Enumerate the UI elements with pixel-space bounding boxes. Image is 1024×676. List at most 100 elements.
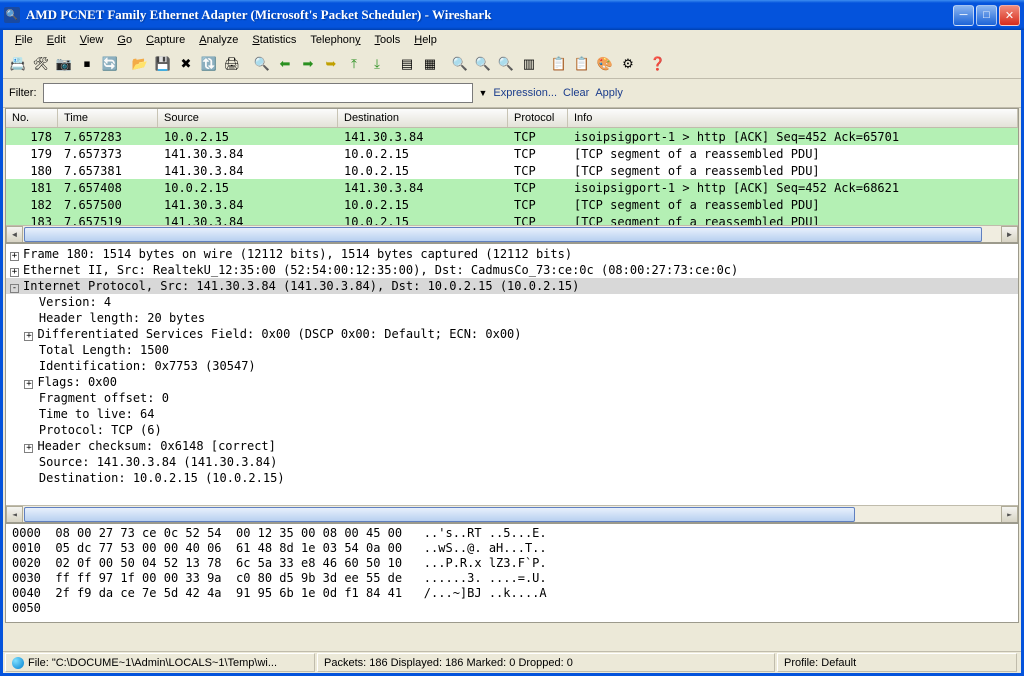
- detail-csum: Header checksum: 0x6148 [correct]: [37, 439, 275, 453]
- status-profile: Profile: Default: [777, 653, 1017, 672]
- collapse-icon[interactable]: -: [10, 284, 19, 293]
- hex-line: 0020 02 0f 00 50 04 52 13 78 6c 5a 33 e8…: [12, 556, 1012, 571]
- detail-ethernet: Ethernet II, Src: RealtekU_12:35:00 (52:…: [23, 263, 738, 277]
- menu-analyze[interactable]: Analyze: [193, 32, 244, 48]
- back-icon[interactable]: ⬅: [274, 53, 296, 75]
- goto-last-icon[interactable]: ⤓: [366, 53, 388, 75]
- col-destination[interactable]: Destination: [338, 109, 508, 127]
- reload-icon[interactable]: 🔃: [198, 53, 220, 75]
- hex-line: 0000 08 00 27 73 ce 0c 52 54 00 12 35 00…: [12, 526, 1012, 541]
- apply-button[interactable]: Apply: [595, 87, 623, 99]
- col-time[interactable]: Time: [58, 109, 158, 127]
- window-title: AMD PCNET Family Ethernet Adapter (Micro…: [26, 7, 953, 23]
- scroll-left-icon[interactable]: ◄: [6, 226, 23, 243]
- hex-line: 0010 05 dc 77 53 00 00 40 06 61 48 8d 1e…: [12, 541, 1012, 556]
- packet-row[interactable]: 1797.657373141.30.3.8410.0.2.15TCP[TCP s…: [6, 145, 1018, 162]
- col-protocol[interactable]: Protocol: [508, 109, 568, 127]
- dropdown-icon[interactable]: ▼: [479, 88, 488, 98]
- col-source[interactable]: Source: [158, 109, 338, 127]
- details-scrollbar[interactable]: ◄ ►: [6, 505, 1018, 522]
- expander-icon[interactable]: +: [24, 332, 33, 341]
- goto-first-icon[interactable]: ⤒: [343, 53, 365, 75]
- col-no[interactable]: No.: [6, 109, 58, 127]
- packet-row[interactable]: 1817.65740810.0.2.15141.30.3.84TCPisoips…: [6, 179, 1018, 196]
- detail-frag: Fragment offset: 0: [39, 391, 169, 405]
- packet-row[interactable]: 1827.657500141.30.3.8410.0.2.15TCP[TCP s…: [6, 196, 1018, 213]
- menu-file[interactable]: File: [9, 32, 39, 48]
- packet-list-scrollbar[interactable]: ◄ ►: [6, 225, 1018, 242]
- packet-details-pane[interactable]: + Frame 180: 1514 bytes on wire (12112 bi…: [5, 243, 1019, 523]
- hex-line: 0030 ff ff 97 1f 00 00 33 9a c0 80 d5 9b…: [12, 571, 1012, 586]
- capture-filters-icon[interactable]: 📋: [548, 53, 570, 75]
- find-icon[interactable]: 🔍: [251, 53, 273, 75]
- packet-list-body[interactable]: 1787.65728310.0.2.15141.30.3.84TCPisoips…: [6, 128, 1018, 225]
- col-info[interactable]: Info: [568, 109, 1018, 127]
- detail-tlen: Total Length: 1500: [39, 343, 169, 357]
- menu-help[interactable]: Help: [408, 32, 443, 48]
- menu-tools[interactable]: Tools: [369, 32, 407, 48]
- forward-icon[interactable]: ➡: [297, 53, 319, 75]
- detail-ip: Internet Protocol, Src: 141.30.3.84 (141…: [23, 279, 579, 293]
- packet-row[interactable]: 1837.657519141.30.3.8410.0.2.15TCP[TCP s…: [6, 213, 1018, 225]
- expander-icon[interactable]: +: [24, 380, 33, 389]
- zoom-out-icon[interactable]: 🔍: [472, 53, 494, 75]
- scroll-left-icon[interactable]: ◄: [6, 506, 23, 523]
- menu-capture[interactable]: Capture: [140, 32, 191, 48]
- menu-view[interactable]: View: [74, 32, 110, 48]
- goto-icon[interactable]: ➥: [320, 53, 342, 75]
- prefs-icon[interactable]: ⚙: [617, 53, 639, 75]
- hex-line: 0040 2f f9 da ce 7e 5d 42 4a 91 95 6b 1e…: [12, 586, 1012, 601]
- detail-hlen: Header length: 20 bytes: [39, 311, 205, 325]
- packet-list-pane: No. Time Source Destination Protocol Inf…: [5, 108, 1019, 243]
- detail-proto: Protocol: TCP (6): [39, 423, 162, 437]
- filter-label: Filter:: [9, 87, 37, 99]
- restart-capture-icon[interactable]: 🔄: [99, 53, 121, 75]
- close-button[interactable]: ✕: [999, 5, 1020, 26]
- save-icon[interactable]: 💾: [152, 53, 174, 75]
- detail-flags: Flags: 0x00: [37, 375, 116, 389]
- toolbar: 📇 🛠 📷 ⏹ 🔄 📂 💾 ✖ 🔃 🖨 🔍 ⬅ ➡ ➥ ⤒ ⤓ ▤ ▦ 🔍 🔍 …: [3, 50, 1021, 79]
- packet-row[interactable]: 1807.657381141.30.3.8410.0.2.15TCP[TCP s…: [6, 162, 1018, 179]
- expander-icon[interactable]: +: [24, 444, 33, 453]
- minimize-button[interactable]: ─: [953, 5, 974, 26]
- stop-capture-icon[interactable]: ⏹: [76, 53, 98, 75]
- interfaces-icon[interactable]: 📇: [7, 53, 29, 75]
- coloring-rules-icon[interactable]: 🎨: [594, 53, 616, 75]
- close-file-icon[interactable]: ✖: [175, 53, 197, 75]
- menu-statistics[interactable]: Statistics: [246, 32, 302, 48]
- scroll-right-icon[interactable]: ►: [1001, 226, 1018, 243]
- resize-cols-icon[interactable]: ▥: [518, 53, 540, 75]
- display-filters-icon[interactable]: 📋: [571, 53, 593, 75]
- menu-edit[interactable]: Edit: [41, 32, 72, 48]
- zoom-reset-icon[interactable]: 🔍: [495, 53, 517, 75]
- scroll-right-icon[interactable]: ►: [1001, 506, 1018, 523]
- options-icon[interactable]: 🛠: [30, 53, 52, 75]
- expander-icon[interactable]: +: [10, 268, 19, 277]
- status-icon: [12, 657, 24, 669]
- hex-line: 0050: [12, 601, 1012, 616]
- filter-input[interactable]: [43, 83, 473, 103]
- print-icon[interactable]: 🖨: [221, 53, 243, 75]
- packet-bytes-pane[interactable]: 0000 08 00 27 73 ce 0c 52 54 00 12 35 00…: [5, 523, 1019, 623]
- status-bar: File: "C:\DOCUME~1\Admin\LOCALS~1\Temp\w…: [3, 651, 1021, 673]
- zoom-in-icon[interactable]: 🔍: [449, 53, 471, 75]
- app-icon: 🔍: [4, 7, 20, 23]
- filter-bar: Filter: ▼ Expression... Clear Apply: [3, 79, 1021, 108]
- menu-bar: File Edit View Go Capture Analyze Statis…: [3, 30, 1021, 50]
- start-capture-icon[interactable]: 📷: [53, 53, 75, 75]
- open-icon[interactable]: 📂: [129, 53, 151, 75]
- detail-ttl: Time to live: 64: [39, 407, 155, 421]
- clear-button[interactable]: Clear: [563, 87, 589, 99]
- autoscroll-icon[interactable]: ▦: [419, 53, 441, 75]
- packet-row[interactable]: 1787.65728310.0.2.15141.30.3.84TCPisoips…: [6, 128, 1018, 145]
- detail-version: Version: 4: [39, 295, 111, 309]
- maximize-button[interactable]: □: [976, 5, 997, 26]
- expander-icon[interactable]: +: [10, 252, 19, 261]
- help-icon[interactable]: ❓: [647, 53, 669, 75]
- menu-go[interactable]: Go: [111, 32, 138, 48]
- colorize-icon[interactable]: ▤: [396, 53, 418, 75]
- detail-frame: Frame 180: 1514 bytes on wire (12112 bit…: [23, 247, 572, 261]
- packet-list-header: No. Time Source Destination Protocol Inf…: [6, 109, 1018, 128]
- menu-telephony[interactable]: Telephony: [304, 32, 366, 48]
- expression-button[interactable]: Expression...: [493, 87, 557, 99]
